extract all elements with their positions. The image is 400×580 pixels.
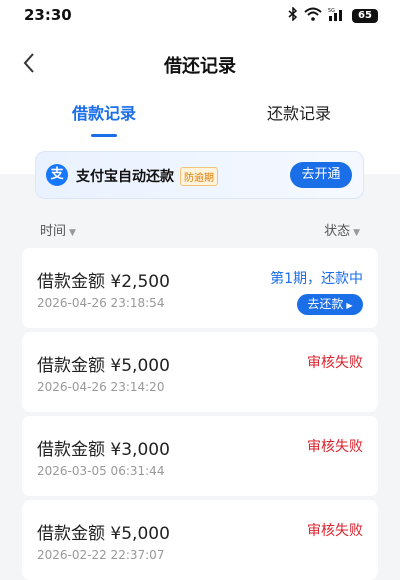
record-status: 审核失败 xyxy=(307,439,363,455)
status-icons: 5G 65 xyxy=(288,6,378,26)
promo-badge: 防逾期 xyxy=(180,167,218,186)
page-title: 借还记录 xyxy=(164,56,236,77)
wifi-icon xyxy=(304,7,322,25)
record-status: 审核失败 xyxy=(307,355,363,371)
caret-down-icon: ▼ xyxy=(69,228,76,238)
alipay-logo-icon: 支 xyxy=(46,164,68,186)
promo-title: 支付宝自动还款 xyxy=(76,169,174,185)
battery-icon: 65 xyxy=(352,9,378,23)
record-date: 2026-04-26 23:14:20 xyxy=(37,380,165,394)
status-bar: 23:30 5G 65 xyxy=(0,0,400,34)
record-item[interactable]: 借款金额 ¥5,000 2026-02-22 22:37:07 审核失败 xyxy=(22,500,378,580)
record-date: 2026-03-05 06:31:44 xyxy=(37,464,165,478)
record-date: 2026-02-22 22:37:07 xyxy=(37,548,165,562)
record-status: 审核失败 xyxy=(307,523,363,539)
record-item[interactable]: 借款金额 ¥2,500 2026-04-26 23:18:54 第1期，还款中 … xyxy=(22,248,378,328)
tab-repay-records[interactable]: 还款记录 xyxy=(267,100,331,124)
record-date: 2026-04-26 23:18:54 xyxy=(37,296,165,310)
activate-button[interactable]: 去开通 xyxy=(290,162,352,188)
record-item[interactable]: 借款金额 ¥3,000 2026-03-05 06:31:44 审核失败 xyxy=(22,416,378,496)
filter-status[interactable]: 状态 ▼ xyxy=(324,220,360,239)
signal-label: 5G xyxy=(328,8,335,14)
record-amount: 借款金额 ¥2,500 xyxy=(37,272,170,292)
record-amount: 借款金额 ¥5,000 xyxy=(37,524,170,544)
repay-button-label: 去还款 xyxy=(307,297,344,311)
record-amount: 借款金额 ¥5,000 xyxy=(37,356,170,376)
caret-down-icon: ▼ xyxy=(353,228,360,238)
bluetooth-icon xyxy=(288,6,298,25)
tab-borrow-records[interactable]: 借款记录 xyxy=(72,100,136,124)
cellular-signal-icon: 5G xyxy=(328,7,346,25)
record-status: 第1期，还款中 xyxy=(270,271,363,287)
repay-button[interactable]: 去还款 ▶ xyxy=(297,294,363,315)
record-item[interactable]: 借款金额 ¥5,000 2026-04-26 23:14:20 审核失败 xyxy=(22,332,378,412)
filter-time[interactable]: 时间 ▼ xyxy=(40,220,76,239)
filter-time-label: 时间 xyxy=(40,224,67,239)
triangle-right-icon: ▶ xyxy=(346,301,353,310)
tab-indicator xyxy=(91,134,117,137)
filter-status-label: 状态 xyxy=(324,224,351,239)
record-amount: 借款金额 ¥3,000 xyxy=(37,440,170,460)
status-time: 23:30 xyxy=(24,6,72,24)
auto-repay-banner: 支 支付宝自动还款 防逾期 去开通 xyxy=(35,151,364,199)
